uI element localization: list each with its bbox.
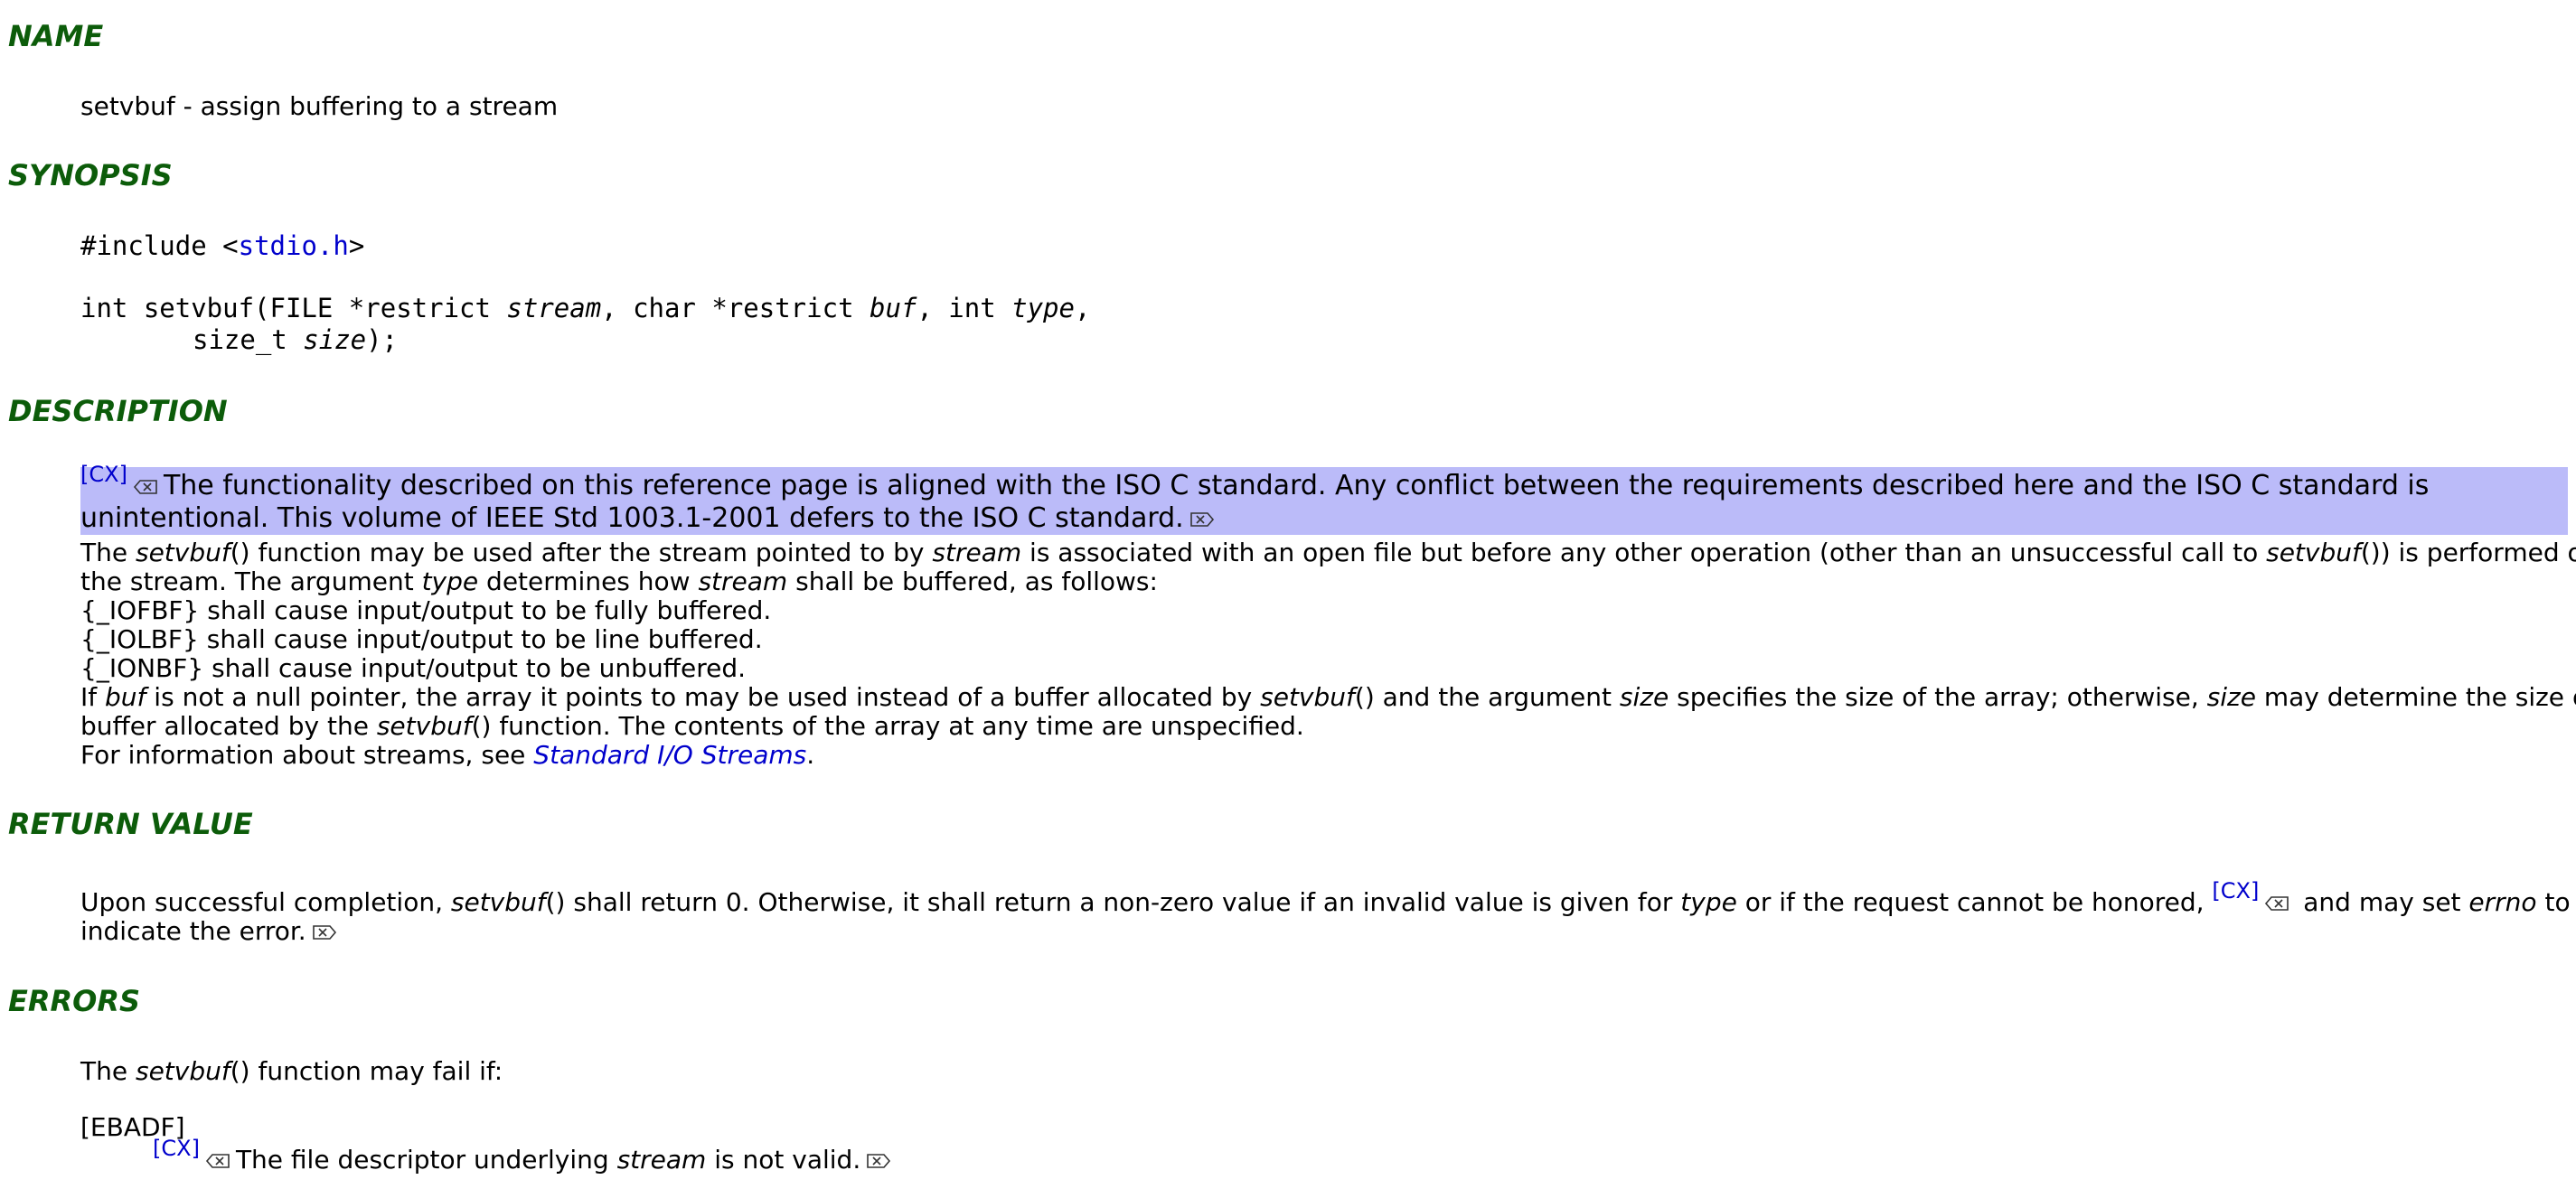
fn-setvbuf: setvbuf xyxy=(2266,538,2361,567)
param-buf: buf xyxy=(105,682,146,712)
cx-end-marker-icon xyxy=(312,925,336,940)
sig-part: , int xyxy=(917,293,1012,323)
desc-para-2b: buffer allocated by the setvbuf() functi… xyxy=(80,712,1304,741)
cx-end-marker-icon xyxy=(1189,511,1214,527)
text: For information about streams, see xyxy=(80,740,534,770)
iolbf-item: {_IOLBF} shall cause input/output to be … xyxy=(80,624,763,654)
cx-link[interactable]: [CX] xyxy=(80,462,127,487)
text: to xyxy=(2536,887,2571,917)
ionbf-item: {_IONBF} shall cause input/output to be … xyxy=(80,653,746,683)
text: shall be buffered, as follows: xyxy=(787,566,1158,596)
sig-part: , xyxy=(1074,293,1091,323)
sig-param-buf: buf xyxy=(869,293,917,323)
include-prefix: #include < xyxy=(80,230,239,261)
include-suffix: > xyxy=(348,230,365,261)
errors-heading: ERRORS xyxy=(8,984,141,1018)
desc-para-3: For information about streams, see Stand… xyxy=(80,741,814,770)
cx-text-2: unintentional. This volume of IEEE Std 1… xyxy=(80,502,1184,534)
iofbf-item: {_IOFBF} shall cause input/output to be … xyxy=(80,595,772,625)
param-size: size xyxy=(2206,682,2256,712)
desc-para-1b: the stream. The argument type determines… xyxy=(80,567,1158,596)
signature-line-2: size_t size); xyxy=(193,325,398,354)
include-line: #include <stdio.h> xyxy=(80,231,364,260)
cx-text-1: The functionality described on this refe… xyxy=(163,470,2430,501)
text: or if the request cannot be honored, xyxy=(1736,887,2213,917)
param-stream: stream xyxy=(698,566,788,596)
description-heading: DESCRIPTION xyxy=(8,394,228,428)
text: indicate the error. xyxy=(80,916,306,946)
name-heading: NAME xyxy=(8,19,104,53)
text: ()) is performed on xyxy=(2360,538,2576,567)
fn-setvbuf: setvbuf xyxy=(450,887,546,917)
text: is not a null pointer, the array it poin… xyxy=(146,682,1261,712)
text: and may set xyxy=(2295,887,2469,917)
text: may determine the size of a xyxy=(2263,682,2576,712)
text: The xyxy=(80,1056,136,1086)
sig-param-stream: stream xyxy=(506,293,602,323)
standard-io-streams-link[interactable]: Standard I/O Streams xyxy=(533,740,806,770)
text: Upon successful completion, xyxy=(80,887,451,917)
name-summary: setvbuf - assign buffering to a stream xyxy=(80,91,559,121)
cx-link[interactable]: [CX] xyxy=(2212,878,2259,903)
text: is associated with an open file but befo… xyxy=(1021,538,2267,567)
return-line-2: indicate the error. xyxy=(80,917,343,946)
param-type: type xyxy=(1680,887,1737,917)
text: the stream. The argument xyxy=(80,566,422,596)
cx-end-marker-icon xyxy=(867,1154,891,1168)
param-size: size xyxy=(1619,682,1669,712)
link-text: Standard I/O Streams xyxy=(533,740,807,770)
fn-setvbuf: setvbuf xyxy=(135,538,230,567)
sig-part: , char *restrict xyxy=(601,293,870,323)
fn-setvbuf: setvbuf xyxy=(1260,682,1355,712)
sig-param-type: type xyxy=(1011,293,1075,323)
param-stream: stream xyxy=(616,1145,707,1175)
cx-link[interactable]: [CX] xyxy=(153,1136,200,1161)
fn-setvbuf: setvbuf xyxy=(376,711,472,741)
return-line-1: Upon successful completion, setvbuf() sh… xyxy=(80,878,2571,918)
ebadf-description: [CX] The file descriptor underlying strea… xyxy=(153,1136,897,1175)
errors-intro: The setvbuf() function may fail if: xyxy=(80,1057,503,1086)
cx-line-2: unintentional. This volume of IEEE Std 1… xyxy=(80,502,1220,535)
param-type: type xyxy=(421,566,479,596)
desc-para-1: The setvbuf() function may be used after… xyxy=(80,538,2576,567)
text: () function. The contents of the array a… xyxy=(471,711,1304,741)
sig-part: ); xyxy=(366,324,398,355)
errno: errno xyxy=(2468,887,2537,917)
cx-line-1: [CX] The functionality described on this … xyxy=(80,462,2430,503)
text: If xyxy=(80,682,106,712)
text: determines how xyxy=(478,566,699,596)
text: The xyxy=(80,538,136,567)
text: specifies the size of the array; otherwi… xyxy=(1669,682,2207,712)
synopsis-heading: SYNOPSIS xyxy=(8,158,173,192)
return-value-heading: RETURN VALUE xyxy=(8,807,253,841)
sig-part: size_t xyxy=(193,324,304,355)
desc-para-2: If buf is not a null pointer, the array … xyxy=(80,683,2576,712)
cx-start-marker-icon xyxy=(133,479,157,494)
stdio-header-link[interactable]: stdio.h xyxy=(239,230,349,261)
cx-start-marker-icon xyxy=(205,1154,230,1168)
param-stream: stream xyxy=(932,538,1022,567)
text: is not valid. xyxy=(706,1145,861,1175)
text: () function may fail if: xyxy=(230,1056,503,1086)
fn-setvbuf: setvbuf xyxy=(135,1056,230,1086)
text: . xyxy=(806,740,815,770)
text: () shall return 0. Otherwise, it shall r… xyxy=(545,887,1681,917)
text: () function may be used after the stream… xyxy=(230,538,933,567)
text: () and the argument xyxy=(1354,682,1620,712)
sig-param-size: size xyxy=(303,324,367,355)
text: buffer allocated by the xyxy=(80,711,377,741)
cx-start-marker-icon xyxy=(2265,896,2289,911)
signature-line-1: int setvbuf(FILE *restrict stream, char … xyxy=(80,294,1090,323)
text: The file descriptor underlying xyxy=(235,1145,617,1175)
sig-part: int setvbuf(FILE *restrict xyxy=(80,293,507,323)
